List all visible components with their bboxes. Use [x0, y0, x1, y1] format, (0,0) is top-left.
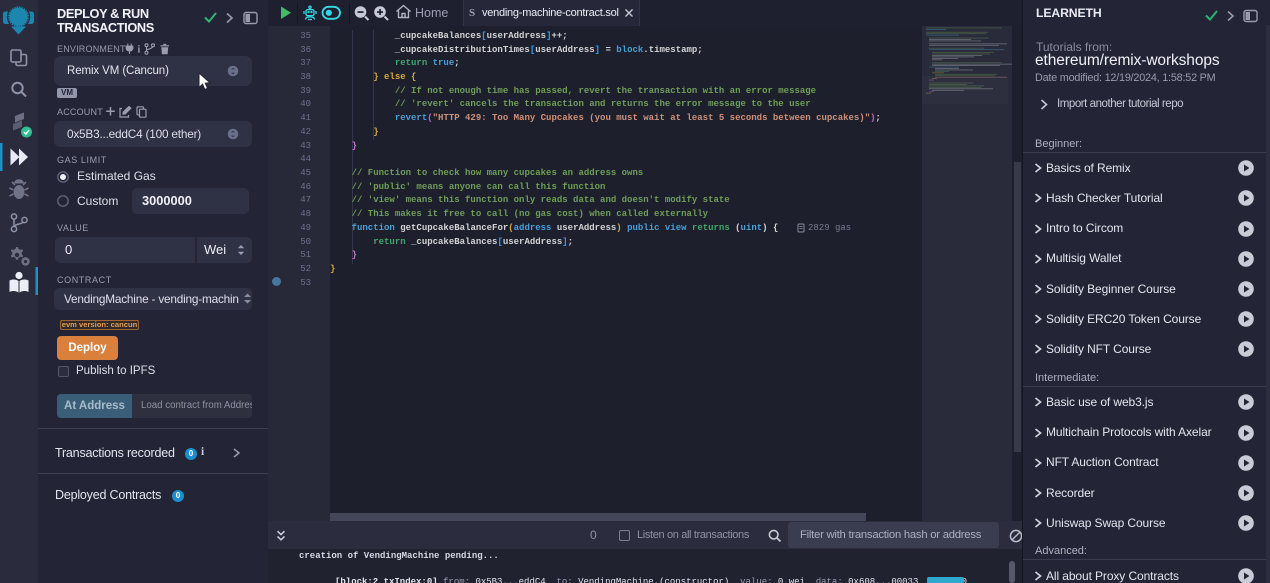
svg-text:i: i — [138, 45, 141, 56]
